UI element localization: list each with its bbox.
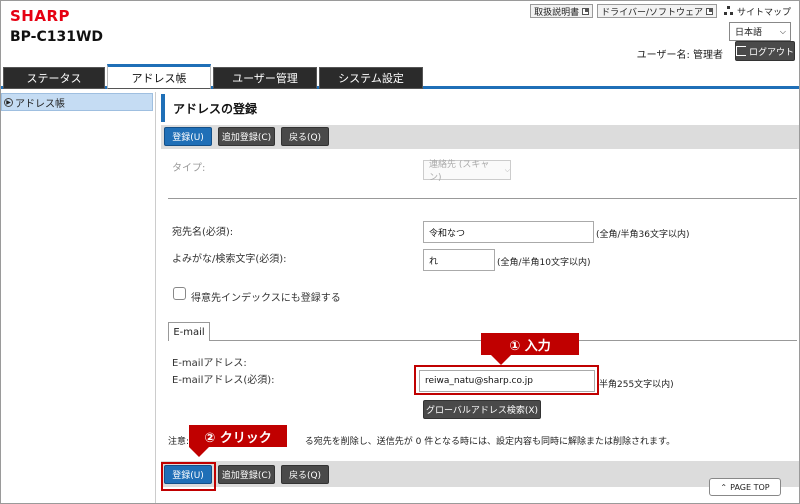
email-hint: 半角255文字以内)	[599, 380, 674, 390]
email-label: E-mailアドレス:	[172, 358, 247, 369]
window-frame: SHARP BP-C131WD 取扱説明書 ドライバー/ソフトウェア サイトマッ…	[0, 0, 800, 504]
click-callout: ② クリック	[189, 425, 287, 447]
sitemap-link[interactable]: サイトマップ	[723, 5, 791, 18]
kana-hint: (全角/半角10文字以内)	[497, 258, 591, 268]
chevron-down-icon: ⌵	[779, 26, 786, 36]
click-callout-tail	[189, 447, 209, 457]
sitemap-label: サイトマップ	[736, 7, 791, 18]
main-content: アドレスの登録 登録(U) 追加登録(C) 戻る(Q) タイプ: 連絡先 (スキ…	[161, 92, 799, 503]
chevron-right-icon: ▶	[4, 97, 13, 107]
user-name: ユーザー名: 管理者	[636, 50, 723, 61]
logout-icon	[736, 46, 746, 56]
type-value: 連絡先 (スキャン)	[429, 160, 490, 183]
email-required-label: E-mailアドレス(必須):	[172, 375, 275, 386]
tab-status[interactable]: ステータス	[3, 67, 105, 89]
favorite-label: 得意先インデックスにも登録する	[191, 293, 341, 304]
favorite-checkbox[interactable]	[173, 287, 186, 300]
note-body: る宛先を削除し、送信先が 0 件となる時には、設定内容も同時に解除または削除され…	[304, 437, 676, 447]
language-select[interactable]: 日本語 ⌵	[729, 22, 791, 41]
driver-link-label: ドライバー/ソフトウェア	[601, 7, 703, 18]
add-register-button[interactable]: 追加登録(C)	[218, 127, 275, 146]
manual-link[interactable]: 取扱説明書	[530, 4, 594, 18]
bottom-button-bar: 登録(U) 追加登録(C) 戻る(Q)	[161, 461, 799, 487]
chevron-up-icon: ⌃	[720, 482, 728, 492]
global-address-search-button[interactable]: グローバルアドレス検索(X)	[423, 400, 541, 419]
type-select[interactable]: 連絡先 (スキャン) ⌵	[423, 160, 511, 183]
click-highlight-box	[161, 462, 216, 491]
register-button[interactable]: 登録(U)	[164, 127, 212, 146]
top-button-bar: 登録(U) 追加登録(C) 戻る(Q)	[161, 125, 799, 149]
top-links: 取扱説明書 ドライバー/ソフトウェア サイトマップ	[530, 4, 791, 18]
external-link-icon	[582, 7, 590, 15]
brand-logo: SHARP	[10, 7, 71, 25]
external-link-icon	[705, 7, 713, 15]
name-hint: (全角/半角36文字以内)	[596, 230, 690, 240]
input-callout-tail	[491, 355, 511, 365]
add-register-button-bottom[interactable]: 追加登録(C)	[218, 465, 275, 484]
page-top-button[interactable]: ⌃ PAGE TOP	[709, 478, 781, 496]
note-prefix: 注意:	[168, 437, 190, 447]
sidebar: ▶ アドレス帳	[1, 92, 156, 503]
input-callout: ① 入力	[481, 333, 579, 355]
back-button[interactable]: 戻る(Q)	[281, 127, 329, 146]
kana-label: よみがな/検索文字(必須):	[172, 254, 287, 265]
manual-link-label: 取扱説明書	[534, 7, 580, 18]
kana-input[interactable]: れ	[423, 249, 495, 271]
type-label: タイプ:	[172, 163, 206, 174]
model-name: BP-C131WD	[10, 29, 104, 45]
input-highlight-box	[414, 365, 599, 395]
main-tabs: ステータス アドレス帳 ユーザー管理 システム設定	[1, 64, 799, 89]
language-value: 日本語	[735, 28, 763, 38]
sidebar-item-address-book[interactable]: ▶ アドレス帳	[1, 93, 153, 111]
tab-address-book[interactable]: アドレス帳	[107, 64, 211, 89]
tab-system-settings[interactable]: システム設定	[319, 67, 423, 89]
sitemap-icon	[723, 6, 734, 16]
sidebar-item-label: アドレス帳	[15, 98, 65, 110]
page-top-label: PAGE TOP	[730, 482, 770, 492]
tab-user-management[interactable]: ユーザー管理	[213, 67, 317, 89]
divider	[168, 198, 797, 199]
tab-email[interactable]: E-mail	[168, 322, 210, 341]
back-button-bottom[interactable]: 戻る(Q)	[281, 465, 329, 484]
page-title: アドレスの登録	[161, 94, 799, 122]
logout-button[interactable]: ログアウト	[735, 41, 795, 61]
driver-link[interactable]: ドライバー/ソフトウェア	[597, 4, 717, 18]
name-label: 宛先名(必須):	[172, 227, 234, 238]
chevron-down-icon: ⌵	[504, 165, 510, 174]
name-input[interactable]: 令和なつ	[423, 221, 594, 243]
logout-label: ログアウト	[749, 47, 795, 58]
